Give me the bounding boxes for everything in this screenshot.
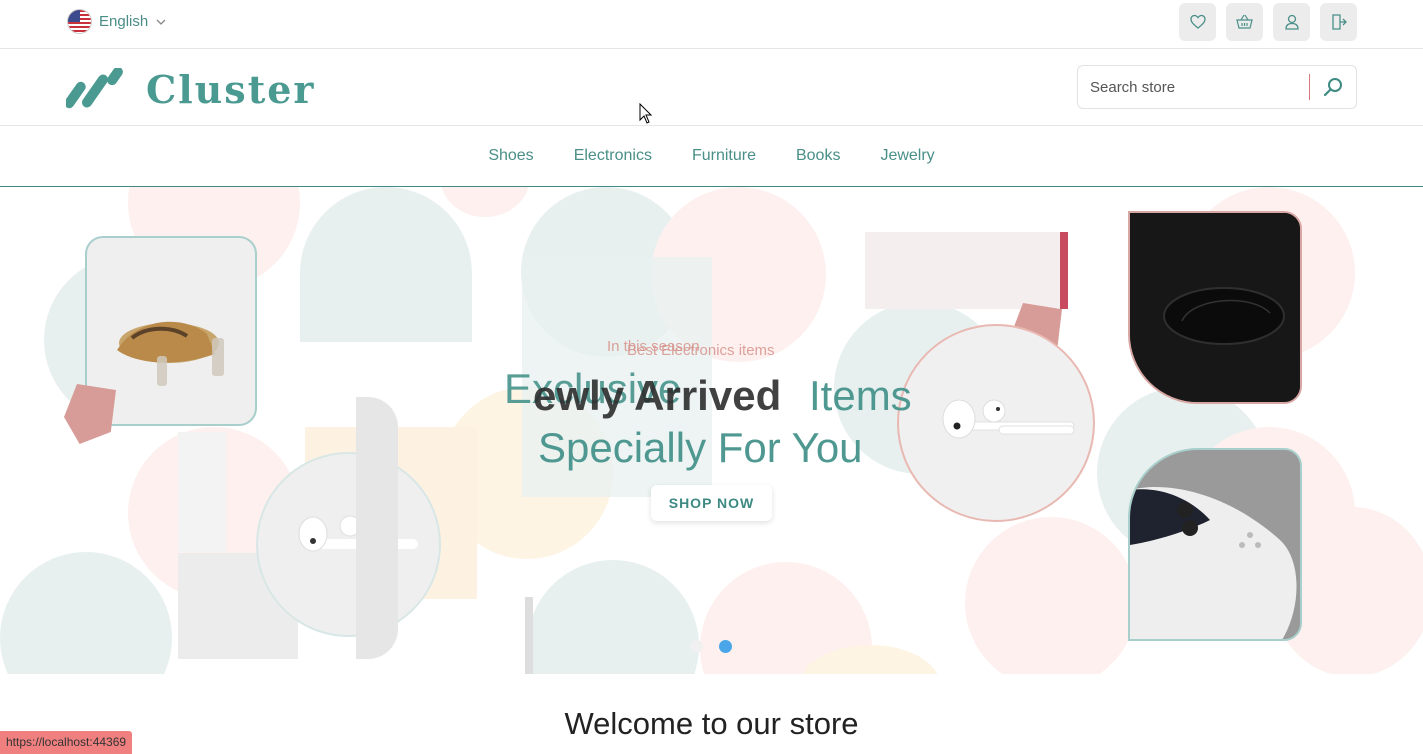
slide-transition-panel — [356, 397, 398, 659]
status-bar-url: https://localhost:44369 — [0, 731, 133, 754]
controller-image — [1130, 450, 1300, 639]
basket-icon — [1236, 14, 1253, 29]
chevron-down-icon — [156, 19, 166, 25]
hero-subtitle-next: Best Electronics items — [627, 342, 775, 359]
wishlist-button[interactable] — [1179, 3, 1216, 41]
nav-item-furniture[interactable]: Furniture — [692, 147, 756, 165]
bg-circle — [440, 187, 530, 217]
brand-logo[interactable]: Cluster — [66, 67, 315, 112]
hero-slider: In this season Best Electronics items Ex… — [0, 187, 1423, 674]
slider-dot-1[interactable] — [690, 640, 703, 653]
airpods-image-faded — [256, 452, 441, 637]
bg-circle — [300, 187, 472, 342]
language-label: English — [99, 13, 149, 30]
cart-button[interactable] — [1226, 3, 1263, 41]
shop-now-button[interactable]: SHOP NOW — [651, 485, 772, 521]
nav-item-books[interactable]: Books — [796, 147, 840, 165]
hero-headline-next: ewly Arrived — [533, 372, 782, 419]
hero-headline-end: Items — [809, 372, 912, 419]
product-card-controller — [1128, 448, 1302, 641]
search-input[interactable] — [1078, 67, 1310, 107]
brand-name: Cluster — [146, 67, 316, 112]
bg-circle — [965, 517, 1137, 674]
user-icon — [1284, 14, 1299, 30]
slide-transition-panel — [865, 232, 1068, 309]
product-card-mouse — [1128, 211, 1302, 404]
logo-mark-icon — [66, 67, 123, 108]
slider-dots — [690, 640, 732, 653]
search-button[interactable] — [1310, 66, 1356, 108]
nav-item-electronics[interactable]: Electronics — [574, 147, 652, 165]
account-button[interactable] — [1273, 3, 1310, 41]
us-flag-icon — [67, 9, 92, 34]
heart-icon — [1189, 14, 1206, 29]
product-card-airpods — [897, 324, 1095, 522]
slide-transition-panel — [178, 432, 226, 552]
nav-item-shoes[interactable]: Shoes — [488, 147, 533, 165]
bg-circle — [0, 552, 172, 674]
slider-dot-2[interactable] — [719, 640, 732, 653]
top-bar: English — [0, 0, 1423, 49]
logout-icon — [1331, 14, 1347, 30]
search-box — [1077, 65, 1357, 109]
logout-button[interactable] — [1320, 3, 1357, 41]
hero-headline-line2: Specially For You — [538, 424, 863, 471]
nav-item-jewelry[interactable]: Jewelry — [880, 147, 934, 165]
airpods-image — [942, 399, 1075, 439]
slide-transition-panel — [525, 597, 533, 674]
main-header: Cluster — [0, 49, 1423, 126]
welcome-heading: Welcome to our store — [564, 706, 859, 741]
language-selector[interactable]: English — [67, 9, 167, 34]
search-icon — [1323, 78, 1343, 97]
mouse-pointer-icon — [639, 103, 653, 124]
category-nav: Shoes Electronics Furniture Books Jewelr… — [0, 126, 1423, 187]
mouse-image — [1130, 213, 1300, 402]
bg-circle — [527, 560, 699, 674]
